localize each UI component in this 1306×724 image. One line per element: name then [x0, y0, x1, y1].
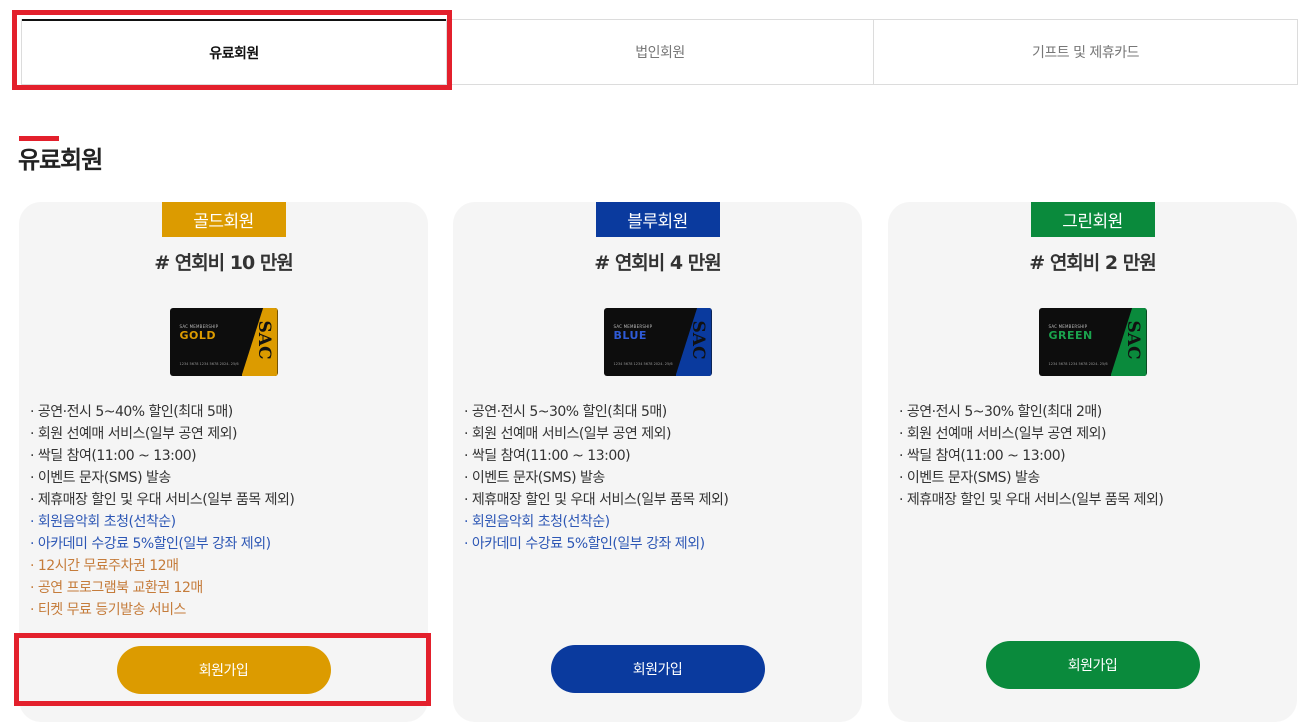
green-join-button[interactable]: 회원가입: [985, 641, 1200, 689]
gold-membership-card: 골드회원 # 연회비 10 만원 SAC MEMBERSHIP GOLD SAC…: [19, 202, 428, 722]
green-membership-card: 그린회원 # 연회비 2 만원 SAC MEMBERSHIP GREEN SAC…: [888, 202, 1297, 722]
list-item: · 아카데미 수강료 5%할인(일부 강좌 제외): [30, 536, 271, 552]
tab-paid-member[interactable]: 유료회원: [22, 19, 446, 84]
list-item: · 이벤트 문자(SMS) 발송: [899, 470, 1040, 486]
blue-card-image: SAC MEMBERSHIP BLUE SAC 1234 5678 1234 5…: [603, 308, 712, 376]
list-item: · 제휴매장 할인 및 우대 서비스(일부 품목 제외): [30, 492, 295, 508]
list-item: · 회원음악회 초청(선착순): [464, 514, 610, 530]
gold-card-image: SAC MEMBERSHIP GOLD SAC 1234 5678 1234 5…: [169, 308, 278, 376]
list-item: · 이벤트 문자(SMS) 발송: [464, 470, 605, 486]
green-badge: 그린회원: [1030, 202, 1155, 237]
section-title: 유료회원: [18, 146, 103, 174]
list-item: · 제휴매장 할인 및 우대 서비스(일부 품목 제외): [899, 492, 1164, 508]
list-item: · 티켓 무료 등기발송 서비스: [30, 602, 186, 618]
gold-join-button[interactable]: 회원가입: [116, 646, 331, 694]
card-sac-logo: SAC: [253, 320, 274, 360]
list-item: · 싹딜 참여(11:00 ~ 13:00): [899, 448, 1066, 464]
list-item: · 공연·전시 5~30% 할인(최대 5매): [464, 404, 667, 420]
list-item: · 아카데미 수강료 5%할인(일부 강좌 제외): [464, 536, 705, 552]
blue-annual-fee: # 연회비 4 만원: [594, 252, 721, 274]
list-item: · 회원 선예매 서비스(일부 공연 제외): [30, 426, 237, 442]
list-item: · 공연 프로그램북 교환권 12매: [30, 580, 203, 596]
card-number-text: 1234 5678 1234 5678 2024. 25/6: [613, 362, 673, 366]
card-number-text: 1234 5678 1234 5678 2024. 25/6: [1048, 362, 1108, 366]
list-item: · 싹딜 참여(11:00 ~ 13:00): [30, 448, 197, 464]
blue-membership-card: 블루회원 # 연회비 4 만원 SAC MEMBERSHIP BLUE SAC …: [453, 202, 862, 722]
card-tier-text: GREEN: [1048, 329, 1093, 342]
card-tier-text: BLUE: [613, 329, 647, 342]
gold-annual-fee: # 연회비 10 만원: [154, 252, 294, 274]
card-sac-logo: SAC: [1122, 320, 1143, 360]
tab-gift-partner-card[interactable]: 기프트 및 제휴카드: [873, 20, 1297, 84]
list-item: · 회원음악회 초청(선착순): [30, 514, 176, 530]
tab-corporate-member[interactable]: 법인회원: [446, 20, 873, 84]
list-item: · 이벤트 문자(SMS) 발송: [30, 470, 171, 486]
gold-badge: 골드회원: [161, 202, 286, 237]
list-item: · 제휴매장 할인 및 우대 서비스(일부 품목 제외): [464, 492, 729, 508]
card-number-text: 1234 5678 1234 5678 2024. 25/6: [179, 362, 239, 366]
green-annual-fee: # 연회비 2 만원: [1029, 252, 1156, 274]
gold-benefit-list: · 공연·전시 5~40% 할인(최대 5매) · 회원 선예매 서비스(일부 …: [30, 401, 295, 621]
list-item: · 싹딜 참여(11:00 ~ 13:00): [464, 448, 631, 464]
blue-benefit-list: · 공연·전시 5~30% 할인(최대 5매) · 회원 선예매 서비스(일부 …: [464, 401, 729, 555]
green-card-image: SAC MEMBERSHIP GREEN SAC 1234 5678 1234 …: [1038, 308, 1147, 376]
list-item: · 공연·전시 5~30% 할인(최대 2매): [899, 404, 1102, 420]
card-tier-text: GOLD: [179, 329, 217, 342]
list-item: · 공연·전시 5~40% 할인(최대 5매): [30, 404, 233, 420]
membership-tabs: 유료회원 법인회원 기프트 및 제휴카드: [21, 19, 1298, 85]
list-item: · 12시간 무료주차권 12매: [30, 558, 179, 574]
blue-badge: 블루회원: [595, 202, 720, 237]
green-benefit-list: · 공연·전시 5~30% 할인(최대 2매) · 회원 선예매 서비스(일부 …: [899, 401, 1164, 511]
card-sac-logo: SAC: [687, 320, 708, 360]
list-item: · 회원 선예매 서비스(일부 공연 제외): [899, 426, 1106, 442]
blue-join-button[interactable]: 회원가입: [550, 645, 765, 693]
list-item: · 회원 선예매 서비스(일부 공연 제외): [464, 426, 671, 442]
